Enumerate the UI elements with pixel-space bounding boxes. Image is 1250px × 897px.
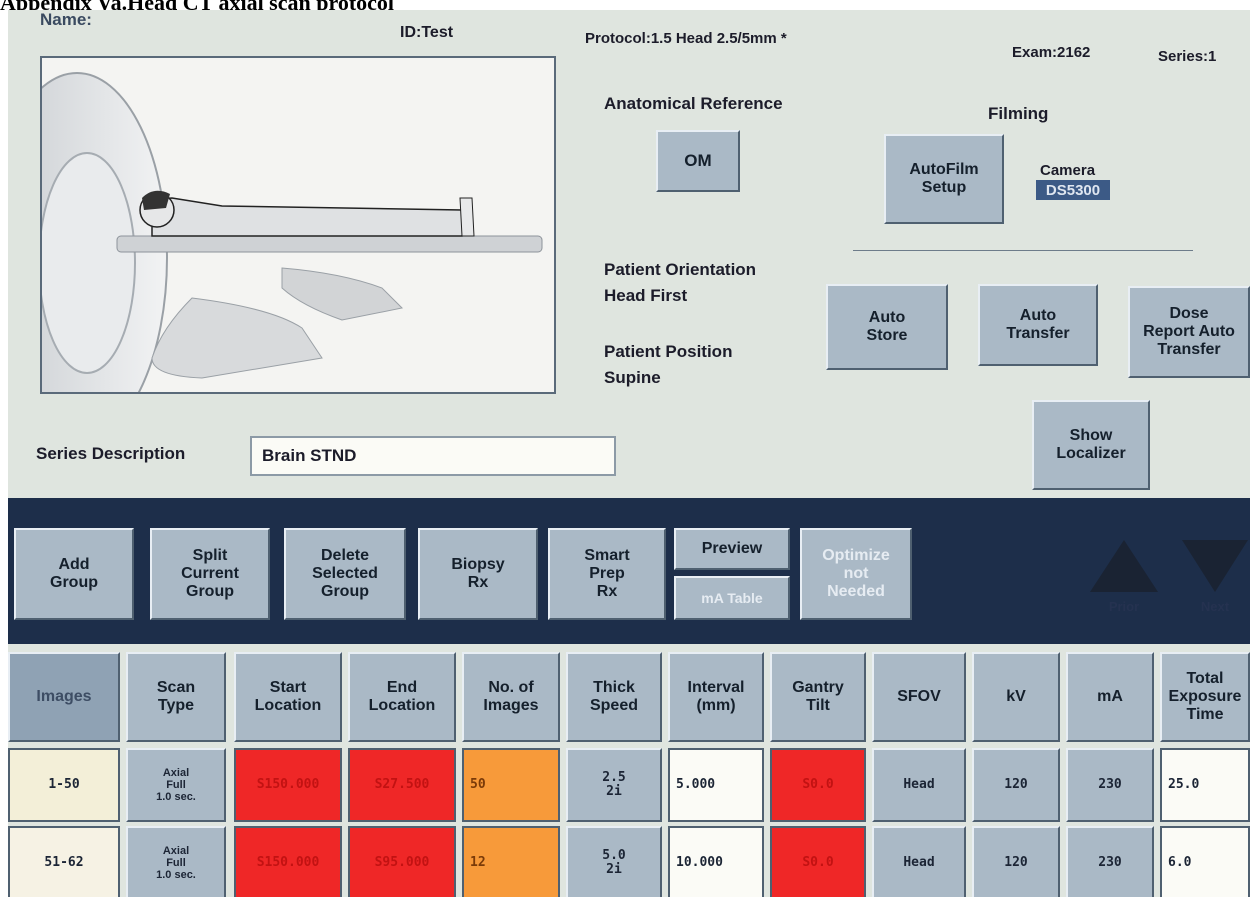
filming-label: Filming bbox=[988, 104, 1049, 123]
add-group-button[interactable]: Add Group bbox=[14, 528, 134, 620]
series-description-label: Series Description bbox=[36, 444, 186, 463]
table-cell-total-exposure-time[interactable]: 6.0 bbox=[1160, 826, 1250, 897]
table-cell-images[interactable]: 51-62 bbox=[8, 826, 120, 897]
series-number: Series:1 bbox=[1158, 48, 1217, 65]
next-label: Next bbox=[1200, 599, 1230, 614]
table-cell-start-location[interactable]: S150.000 bbox=[234, 748, 342, 822]
autofilm-setup-button[interactable]: AutoFilm Setup bbox=[884, 134, 1004, 224]
patient-id-label: ID:Test bbox=[400, 24, 454, 41]
table-cell-images[interactable]: 1-50 bbox=[8, 748, 120, 822]
table-cell-total-exposure-time[interactable]: 25.0 bbox=[1160, 748, 1250, 822]
anatomical-reference-label: Anatomical Reference bbox=[604, 94, 783, 113]
exam-number: Exam:2162 bbox=[1012, 44, 1091, 61]
table-cell-kv[interactable]: 120 bbox=[972, 748, 1060, 822]
delete-selected-group-button[interactable]: Delete Selected Group bbox=[284, 528, 406, 620]
column-header-no-of-images[interactable]: No. of Images bbox=[462, 652, 560, 742]
table-cell-sfov[interactable]: Head bbox=[872, 826, 966, 897]
preview-button[interactable]: Preview bbox=[674, 528, 790, 570]
table-cell-interval[interactable]: 5.000 bbox=[668, 748, 764, 822]
table-cell-kv[interactable]: 120 bbox=[972, 826, 1060, 897]
column-header-interval[interactable]: Interval (mm) bbox=[668, 652, 764, 742]
om-reference-button[interactable]: OM bbox=[656, 130, 740, 192]
table-cell-no-of-images[interactable]: 50 bbox=[462, 748, 560, 822]
table-cell-end-location[interactable]: S95.000 bbox=[348, 826, 456, 897]
auto-store-button[interactable]: Auto Store bbox=[826, 284, 948, 370]
table-cell-scan-type[interactable]: Axial Full 1.0 sec. bbox=[126, 826, 226, 897]
table-cell-sfov[interactable]: Head bbox=[872, 748, 966, 822]
optimize-not-needed-button[interactable]: Optimize not Needed bbox=[800, 528, 912, 620]
scan-table: Images Scan Type Start Location End Locatio… bbox=[8, 644, 1250, 897]
auto-transfer-button[interactable]: Auto Transfer bbox=[978, 284, 1098, 366]
camera-select[interactable]: DS5300 bbox=[1036, 180, 1110, 200]
prior-triangle-icon bbox=[1090, 540, 1158, 592]
table-cell-ma[interactable]: 230 bbox=[1066, 748, 1154, 822]
column-header-total-exposure-time[interactable]: Total Exposure Time bbox=[1160, 652, 1250, 742]
patient-orientation-value: Head First bbox=[604, 286, 688, 305]
ct-gantry-illustration bbox=[42, 72, 543, 392]
table-cell-thick-speed[interactable]: 2.5 2i bbox=[566, 748, 662, 822]
ct-scan-console: Name: ID:Test Protocol:1.5 Head 2.5/5mm … bbox=[8, 10, 1250, 897]
next-button[interactable]: Next bbox=[1180, 538, 1250, 614]
column-header-sfov[interactable]: SFOV bbox=[872, 652, 966, 742]
column-header-images[interactable]: Images bbox=[8, 652, 120, 742]
filming-divider bbox=[853, 250, 1193, 251]
column-header-end-location[interactable]: End Location bbox=[348, 652, 456, 742]
patient-position-value: Supine bbox=[604, 368, 661, 387]
series-description-input[interactable]: Brain STND bbox=[250, 436, 616, 476]
prior-button[interactable]: Prior bbox=[1088, 538, 1160, 614]
show-localizer-button[interactable]: Show Localizer bbox=[1032, 400, 1150, 490]
next-triangle-icon bbox=[1182, 540, 1248, 592]
dose-report-auto-transfer-button[interactable]: Dose Report Auto Transfer bbox=[1128, 286, 1250, 378]
column-header-gantry-tilt[interactable]: Gantry Tilt bbox=[770, 652, 866, 742]
table-cell-thick-speed[interactable]: 5.0 2i bbox=[566, 826, 662, 897]
smart-prep-rx-button[interactable]: Smart Prep Rx bbox=[548, 528, 666, 620]
protocol-label: Protocol:1.5 Head 2.5/5mm * bbox=[585, 30, 787, 47]
table-cell-interval[interactable]: 10.000 bbox=[668, 826, 764, 897]
table-cell-gantry-tilt[interactable]: S0.0 bbox=[770, 826, 866, 897]
prior-label: Prior bbox=[1108, 599, 1140, 614]
column-header-thick-speed[interactable]: Thick Speed bbox=[566, 652, 662, 742]
ma-table-button[interactable]: mA Table bbox=[674, 576, 790, 620]
table-cell-start-location[interactable]: S150.000 bbox=[234, 826, 342, 897]
column-header-start-location[interactable]: Start Location bbox=[234, 652, 342, 742]
table-cell-no-of-images[interactable]: 12 bbox=[462, 826, 560, 897]
column-header-kv[interactable]: kV bbox=[972, 652, 1060, 742]
column-header-scan-type[interactable]: Scan Type bbox=[126, 652, 226, 742]
camera-label: Camera bbox=[1040, 162, 1096, 179]
table-cell-ma[interactable]: 230 bbox=[1066, 826, 1154, 897]
patient-orientation-label: Patient Orientation bbox=[604, 260, 757, 279]
patient-name-label: Name: bbox=[40, 10, 92, 29]
patient-table-illustration bbox=[40, 56, 556, 394]
column-header-ma[interactable]: mA bbox=[1066, 652, 1154, 742]
table-cell-scan-type[interactable]: Axial Full 1.0 sec. bbox=[126, 748, 226, 822]
table-cell-gantry-tilt[interactable]: S0.0 bbox=[770, 748, 866, 822]
patient-position-label: Patient Position bbox=[604, 342, 733, 361]
table-cell-end-location[interactable]: S27.500 bbox=[348, 748, 456, 822]
biopsy-rx-button[interactable]: Biopsy Rx bbox=[418, 528, 538, 620]
split-current-group-button[interactable]: Split Current Group bbox=[150, 528, 270, 620]
